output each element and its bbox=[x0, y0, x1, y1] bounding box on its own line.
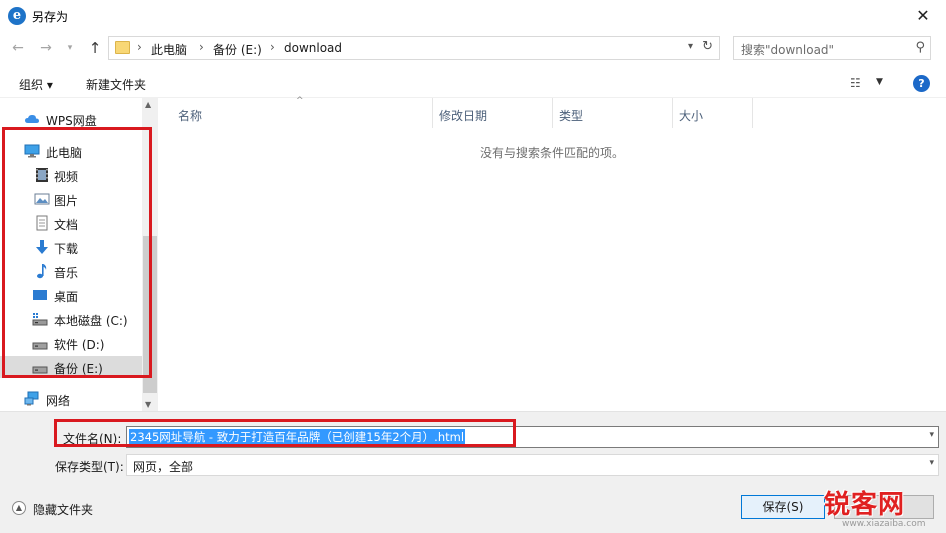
nav-item-desktop[interactable]: 桌面 bbox=[0, 284, 142, 306]
search-placeholder: 搜索"download" bbox=[741, 43, 835, 57]
filename-input[interactable]: 2345网址导航 - 致力于打造百年品牌（已创建15年2个月）.html ▾ bbox=[126, 426, 939, 448]
breadcrumb-download[interactable]: download bbox=[284, 41, 342, 55]
breadcrumb-separator-icon[interactable]: › bbox=[137, 40, 142, 54]
chevron-up-icon: ▲ bbox=[12, 501, 26, 515]
filetype-value: 网页，全部 bbox=[133, 460, 194, 474]
column-header-type[interactable]: 类型 bbox=[553, 98, 673, 128]
breadcrumb-separator-icon[interactable]: › bbox=[199, 40, 204, 54]
back-arrow-icon[interactable]: ← bbox=[8, 38, 28, 58]
window-title: 另存为 bbox=[32, 10, 69, 24]
empty-message: 没有与搜索条件匹配的项。 bbox=[480, 146, 625, 160]
search-input[interactable]: 搜索"download" ⚲ bbox=[733, 36, 931, 60]
scroll-thumb[interactable] bbox=[143, 236, 157, 393]
title-bar: e 另存为 ✕ bbox=[0, 0, 946, 32]
nav-scrollbar[interactable]: ▲ ▼ bbox=[142, 98, 158, 411]
column-header-label: 类型 bbox=[559, 109, 584, 123]
nav-item-network[interactable]: 网络 bbox=[0, 388, 142, 410]
recent-locations-chevron-icon[interactable]: ▾ bbox=[60, 38, 80, 58]
nav-item-label: 图片 bbox=[54, 194, 79, 208]
computer-icon bbox=[24, 144, 40, 158]
help-icon[interactable]: ? bbox=[913, 75, 930, 92]
nav-item-this-pc[interactable]: 此电脑 bbox=[0, 140, 142, 162]
breadcrumb-drive-e[interactable]: 备份 (E:) bbox=[213, 41, 262, 58]
desktop-icon bbox=[33, 290, 47, 300]
filename-value: 2345网址导航 - 致力于打造百年品牌（已创建15年2个月）.html bbox=[129, 429, 466, 445]
document-icon bbox=[36, 215, 48, 231]
column-header-name[interactable]: 名称 bbox=[168, 98, 433, 128]
nav-item-drive-d[interactable]: 软件 (D:) bbox=[0, 332, 142, 354]
scroll-down-icon[interactable]: ▼ bbox=[145, 400, 151, 409]
nav-item-label: 此电脑 bbox=[46, 146, 83, 160]
address-row: ← → ▾ ↑ › 此电脑 › 备份 (E:) › download ▾ ↻ 搜… bbox=[0, 34, 946, 62]
up-arrow-icon[interactable]: ↑ bbox=[85, 38, 105, 58]
filename-label: 文件名(N): bbox=[63, 432, 122, 446]
nav-item-label: 下载 bbox=[54, 242, 79, 256]
column-header-label: 修改日期 bbox=[439, 109, 488, 123]
network-icon bbox=[24, 391, 39, 406]
download-icon bbox=[36, 240, 48, 254]
filename-dropdown-icon[interactable]: ▾ bbox=[929, 430, 934, 440]
cloud-icon bbox=[25, 114, 39, 123]
filetype-label: 保存类型(T): bbox=[55, 460, 124, 474]
column-header-date[interactable]: 修改日期 bbox=[433, 98, 553, 128]
scroll-up-icon[interactable]: ▲ bbox=[145, 100, 151, 109]
close-button[interactable]: ✕ bbox=[900, 0, 946, 32]
view-options-icon[interactable]: ☷ bbox=[850, 76, 861, 90]
music-icon bbox=[37, 264, 47, 279]
address-bar[interactable]: › 此电脑 › 备份 (E:) › download ▾ ↻ bbox=[108, 36, 720, 60]
breadcrumb-separator-icon[interactable]: › bbox=[270, 40, 275, 54]
drive-icon bbox=[32, 366, 48, 374]
column-header-label: 名称 bbox=[178, 109, 203, 123]
nav-item-music[interactable]: 音乐 bbox=[0, 260, 142, 282]
watermark-text: 锐客网 bbox=[824, 490, 906, 520]
save-form: 文件名(N): 2345网址导航 - 致力于打造百年品牌（已创建15年2个月）.… bbox=[0, 411, 946, 533]
nav-item-label: 网络 bbox=[46, 394, 71, 408]
video-icon bbox=[36, 168, 48, 182]
ie-e-icon: e bbox=[8, 7, 26, 25]
watermark: 锐客网 www.xiazaiba.com bbox=[822, 478, 946, 533]
nav-item-label: 备份 (E:) bbox=[54, 362, 103, 376]
search-icon[interactable]: ⚲ bbox=[915, 40, 925, 55]
breadcrumb-this-pc[interactable]: 此电脑 bbox=[151, 41, 187, 58]
nav-item-label: 桌面 bbox=[54, 290, 79, 304]
save-button[interactable]: 保存(S) bbox=[741, 495, 825, 519]
nav-item-label: 文档 bbox=[54, 218, 79, 232]
picture-icon bbox=[34, 193, 50, 205]
nav-item-downloads[interactable]: 下载 bbox=[0, 236, 142, 258]
hide-folders-label: 隐藏文件夹 bbox=[33, 503, 94, 517]
nav-item-label: 音乐 bbox=[54, 266, 79, 280]
nav-item-videos[interactable]: 视频 bbox=[0, 164, 142, 186]
column-header-label: 大小 bbox=[679, 109, 704, 123]
folder-icon bbox=[115, 41, 130, 54]
nav-item-drive-c[interactable]: 本地磁盘 (C:) bbox=[0, 308, 142, 330]
nav-item-documents[interactable]: 文档 bbox=[0, 212, 142, 234]
file-list[interactable]: ^ 名称 修改日期 类型 大小 没有与搜索条件匹配的项。 bbox=[158, 96, 946, 411]
address-dropdown-icon[interactable]: ▾ bbox=[688, 41, 693, 52]
refresh-icon[interactable]: ↻ bbox=[702, 39, 713, 54]
nav-item-label: 本地磁盘 (C:) bbox=[54, 314, 128, 328]
navigation-pane: WPS网盘 此电脑 视频 图片 文档 下载 音乐 桌面 本地磁盘 (C:) 软件… bbox=[0, 98, 158, 411]
nav-item-label: 软件 (D:) bbox=[54, 338, 105, 352]
view-dropdown-icon[interactable]: ▼ bbox=[876, 77, 883, 87]
new-folder-button[interactable]: 新建文件夹 bbox=[86, 76, 146, 93]
organize-button[interactable]: 组织 ▾ bbox=[19, 76, 53, 93]
nav-item-drive-e[interactable]: 备份 (E:) bbox=[0, 356, 142, 378]
column-header-size[interactable]: 大小 bbox=[673, 98, 753, 128]
filetype-select[interactable]: 网页，全部 ▾ bbox=[126, 454, 939, 476]
drive-icon bbox=[32, 342, 48, 350]
command-bar: 组织 ▾ 新建文件夹 ☷ ▼ ? bbox=[0, 70, 946, 98]
nav-item-label: 视频 bbox=[54, 170, 79, 184]
watermark-url: www.xiazaiba.com bbox=[842, 519, 926, 529]
nav-item-pictures[interactable]: 图片 bbox=[0, 188, 142, 210]
filetype-dropdown-icon[interactable]: ▾ bbox=[929, 458, 934, 468]
nav-item-wps-cloud[interactable]: WPS网盘 bbox=[0, 108, 142, 130]
system-drive-icon bbox=[32, 313, 48, 326]
nav-item-label: WPS网盘 bbox=[46, 114, 97, 128]
forward-arrow-icon[interactable]: → bbox=[36, 38, 56, 58]
